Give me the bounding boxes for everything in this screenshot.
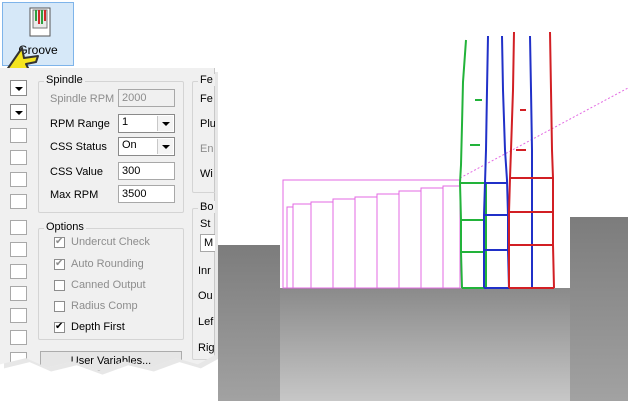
- radius-comp-label: Radius Comp: [71, 300, 138, 312]
- feed-label-1: Fe: [200, 93, 213, 105]
- auto-rounding-checkbox[interactable]: Auto Rounding: [54, 258, 144, 270]
- roughing-toolpath: [282, 179, 461, 289]
- spindle-rpm-label: Spindle RPM: [50, 93, 115, 105]
- toolpath-viewport[interactable]: [218, 0, 628, 401]
- spindle-group-title: Spindle: [44, 74, 85, 86]
- feed-group-title: Fe: [198, 74, 215, 86]
- depth-first-highlight: [39, 383, 182, 405]
- checkbox-icon: [54, 258, 65, 270]
- radius-comp-checkbox[interactable]: Radius Comp: [54, 300, 138, 312]
- left-field-3[interactable]: [10, 172, 27, 187]
- checkbox-icon: [54, 279, 65, 291]
- undercut-check-label: Undercut Check: [71, 236, 150, 248]
- rpm-range-label: RPM Range: [50, 118, 110, 130]
- left-field-8[interactable]: [10, 286, 27, 301]
- plunge-label: Plu: [200, 118, 216, 130]
- rpm-range-select[interactable]: 1: [118, 114, 175, 133]
- css-status-value: On: [122, 139, 137, 151]
- left-fragment: )-: [6, 373, 14, 385]
- width-label: Wi: [200, 168, 213, 180]
- spindle-rpm-field[interactable]: 2000: [118, 89, 175, 107]
- inner-label: Inr: [198, 265, 211, 277]
- css-value-label: CSS Value: [50, 166, 103, 178]
- checkbox-icon: [54, 236, 65, 248]
- stock-shape: [218, 217, 628, 401]
- checkbox-icon: [54, 321, 65, 333]
- green-finish-toolpath: [458, 39, 487, 289]
- canned-output-label: Canned Output: [71, 279, 146, 291]
- checkbox-icon: [54, 300, 65, 312]
- max-rpm-field[interactable]: 3500: [118, 185, 175, 203]
- rpm-range-value: 1: [122, 116, 129, 128]
- boundary-group-title: Bo: [198, 201, 215, 213]
- left-field-1[interactable]: [10, 128, 27, 143]
- depth-first-checkbox[interactable]: Depth First: [54, 321, 125, 333]
- left-field-10[interactable]: [10, 330, 27, 345]
- left-field-4[interactable]: [10, 194, 27, 209]
- css-value-field[interactable]: 300: [118, 162, 175, 180]
- entry-label: En: [200, 143, 214, 155]
- css-status-select[interactable]: On: [118, 137, 175, 156]
- left-field-5[interactable]: [10, 220, 27, 235]
- left-label: Lef: [198, 316, 214, 328]
- chevron-down-icon: [157, 116, 173, 131]
- left-field-6[interactable]: [10, 242, 27, 257]
- chevron-down-icon: [157, 139, 173, 154]
- stock-label: St: [200, 218, 211, 230]
- groove-tool-icon: [29, 7, 51, 37]
- left-field-9[interactable]: [10, 308, 27, 323]
- left-combo-1[interactable]: [10, 80, 27, 96]
- options-group-title: Options: [44, 221, 86, 233]
- left-combo-2[interactable]: [10, 104, 27, 120]
- left-field-7[interactable]: [10, 264, 27, 279]
- css-status-label: CSS Status: [50, 141, 107, 153]
- max-rpm-label: Max RPM: [50, 189, 99, 201]
- depth-first-label: Depth First: [71, 321, 125, 333]
- auto-rounding-label: Auto Rounding: [71, 258, 144, 270]
- undercut-check-checkbox[interactable]: Undercut Check: [54, 236, 150, 248]
- operation-parameters-panel: )- Spindle Spindle RPM 2000 RPM Range 1 …: [0, 68, 216, 371]
- left-field-2[interactable]: [10, 150, 27, 165]
- right-label: Rig: [198, 342, 215, 354]
- canned-output-checkbox[interactable]: Canned Output: [54, 279, 146, 291]
- outer-label: Ou: [198, 290, 213, 302]
